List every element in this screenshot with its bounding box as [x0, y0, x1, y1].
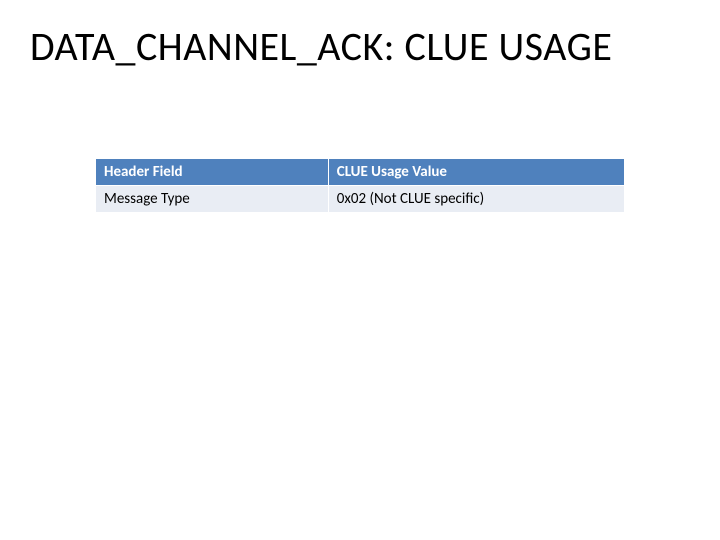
table: Header Field CLUE Usage Value Message Ty…	[95, 158, 625, 213]
table-cell-field: Message Type	[96, 186, 329, 213]
table-header-field: Header Field	[96, 159, 329, 186]
usage-table: Header Field CLUE Usage Value Message Ty…	[95, 158, 625, 213]
table-header-value: CLUE Usage Value	[328, 159, 624, 186]
slide: DATA_CHANNEL_ACK: CLUE USAGE Header Fiel…	[0, 0, 720, 540]
page-title: DATA_CHANNEL_ACK: CLUE USAGE	[30, 22, 700, 71]
table-header-row: Header Field CLUE Usage Value	[96, 159, 625, 186]
table-cell-value: 0x02 (Not CLUE specific)	[328, 186, 624, 213]
table-row: Message Type 0x02 (Not CLUE specific)	[96, 186, 625, 213]
